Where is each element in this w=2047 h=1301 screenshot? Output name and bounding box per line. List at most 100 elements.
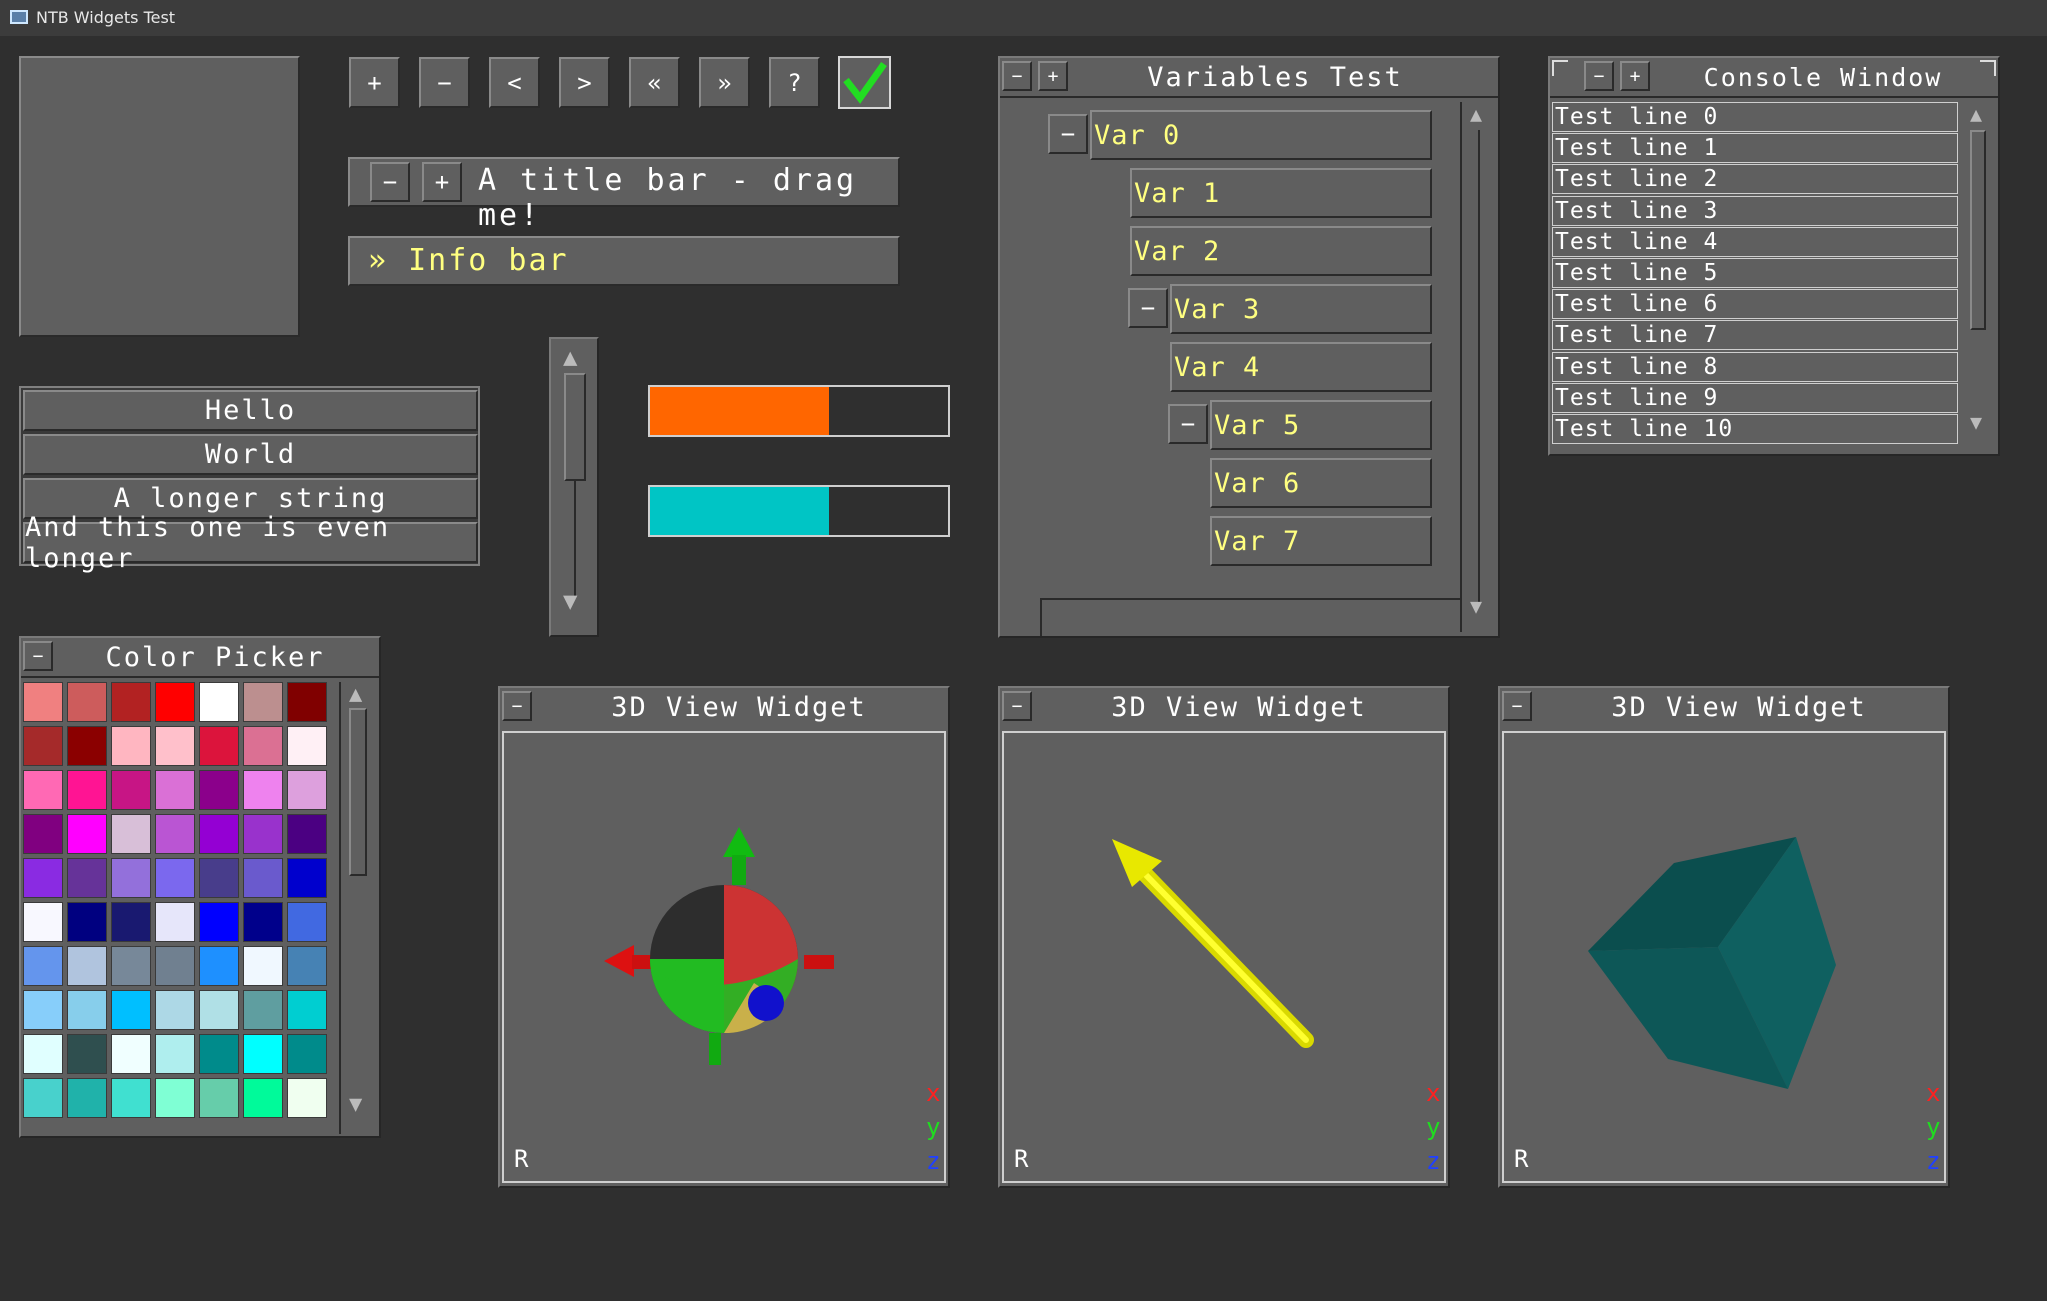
variable-row[interactable]: Var 6	[1210, 458, 1432, 508]
color-swatch[interactable]	[23, 946, 63, 986]
3d-view-minus-button[interactable]: −	[1502, 691, 1532, 721]
color-swatch[interactable]	[67, 902, 107, 942]
color-swatch[interactable]	[287, 770, 327, 810]
color-swatch[interactable]	[243, 814, 283, 854]
color-swatch[interactable]	[287, 1034, 327, 1074]
color-swatch[interactable]	[199, 990, 239, 1030]
color-swatch[interactable]	[67, 814, 107, 854]
color-swatch[interactable]	[155, 1034, 195, 1074]
scroll-down-icon[interactable]: ▼	[563, 587, 577, 615]
color-swatch[interactable]	[67, 770, 107, 810]
3d-viewport[interactable]: R x y z	[1002, 731, 1446, 1183]
color-swatch[interactable]	[155, 770, 195, 810]
color-swatch[interactable]	[243, 1078, 283, 1118]
variable-row[interactable]: Var 3	[1170, 284, 1432, 334]
color-swatch[interactable]	[199, 814, 239, 854]
color-swatch[interactable]	[23, 726, 63, 766]
color-picker-scrollbar[interactable]: ▲ ▼	[339, 682, 377, 1134]
color-swatch[interactable]	[67, 1078, 107, 1118]
list-item[interactable]: And this one is even longer	[23, 512, 478, 574]
scroll-thumb[interactable]	[564, 373, 586, 481]
color-swatch[interactable]	[23, 682, 63, 722]
color-swatch[interactable]	[243, 726, 283, 766]
reset-view-button[interactable]: R	[514, 1145, 528, 1173]
color-swatch[interactable]	[243, 682, 283, 722]
color-swatch[interactable]	[243, 902, 283, 942]
color-swatch[interactable]	[199, 946, 239, 986]
prev-button[interactable]: <	[489, 57, 540, 108]
color-swatch[interactable]	[111, 682, 151, 722]
scroll-up-icon[interactable]: ▲	[349, 682, 362, 707]
variable-row[interactable]: Var 0	[1090, 110, 1432, 160]
color-swatch[interactable]	[243, 990, 283, 1030]
color-swatch[interactable]	[111, 1078, 151, 1118]
color-swatch[interactable]	[243, 858, 283, 898]
color-swatch[interactable]	[287, 726, 327, 766]
scroll-up-icon[interactable]: ▲	[1470, 102, 1482, 126]
color-swatch[interactable]	[111, 946, 151, 986]
console-minus-button[interactable]: −	[1584, 61, 1614, 91]
console-scrollbar[interactable]: ▲ ▼	[1962, 102, 1996, 452]
color-swatch[interactable]	[67, 1034, 107, 1074]
first-button[interactable]: «	[629, 57, 680, 108]
vertical-scrollbar[interactable]: ▲ ▼	[549, 337, 599, 637]
3d-view-minus-button[interactable]: −	[502, 691, 532, 721]
scroll-up-icon[interactable]: ▲	[563, 343, 577, 371]
variable-row[interactable]: Var 7	[1210, 516, 1432, 566]
color-swatch[interactable]	[243, 946, 283, 986]
resize-corner[interactable]	[1552, 60, 1568, 76]
color-swatch[interactable]	[243, 770, 283, 810]
color-swatch[interactable]	[155, 858, 195, 898]
scroll-thumb[interactable]	[1970, 130, 1986, 330]
3d-view-minus-button[interactable]: −	[1002, 691, 1032, 721]
color-swatch[interactable]	[287, 814, 327, 854]
color-swatch[interactable]	[111, 814, 151, 854]
3d-viewport[interactable]: R x y z	[502, 731, 946, 1183]
color-swatch[interactable]	[23, 770, 63, 810]
color-swatch[interactable]	[287, 1078, 327, 1118]
plus-button[interactable]: +	[349, 57, 400, 108]
next-button[interactable]: >	[559, 57, 610, 108]
color-swatch[interactable]	[199, 682, 239, 722]
color-swatch[interactable]	[287, 682, 327, 722]
color-swatch[interactable]	[23, 1034, 63, 1074]
list-item[interactable]: World	[23, 434, 478, 475]
color-swatch[interactable]	[67, 990, 107, 1030]
variables-minus-button[interactable]: −	[1002, 61, 1032, 91]
color-swatch[interactable]	[23, 902, 63, 942]
color-swatch[interactable]	[23, 1078, 63, 1118]
color-swatch[interactable]	[287, 858, 327, 898]
color-swatch[interactable]	[155, 682, 195, 722]
scroll-thumb[interactable]	[349, 708, 367, 876]
color-swatch[interactable]	[155, 990, 195, 1030]
color-swatch[interactable]	[199, 902, 239, 942]
var-toggle-button[interactable]: −	[1048, 114, 1088, 154]
scroll-down-icon[interactable]: ▼	[1970, 410, 1982, 434]
color-swatch[interactable]	[287, 902, 327, 942]
color-swatch[interactable]	[199, 726, 239, 766]
variable-row[interactable]: Var 2	[1130, 226, 1432, 276]
color-swatch[interactable]	[67, 726, 107, 766]
color-swatch[interactable]	[155, 1078, 195, 1118]
draggable-title-bar[interactable]: − + A title bar - drag me!	[348, 157, 900, 233]
color-swatch[interactable]	[155, 902, 195, 942]
color-swatch[interactable]	[67, 682, 107, 722]
variable-row[interactable]: Var 4	[1170, 342, 1432, 392]
color-swatch[interactable]	[199, 770, 239, 810]
help-button[interactable]: ?	[769, 57, 820, 108]
color-swatch[interactable]	[155, 946, 195, 986]
color-swatch[interactable]	[155, 726, 195, 766]
color-swatch[interactable]	[155, 814, 195, 854]
color-swatch[interactable]	[111, 726, 151, 766]
color-swatch[interactable]	[243, 1034, 283, 1074]
title-bar-plus-button[interactable]: +	[422, 162, 462, 202]
title-bar-minus-button[interactable]: −	[370, 162, 410, 202]
var-toggle-button[interactable]: −	[1168, 404, 1208, 444]
color-swatch[interactable]	[111, 770, 151, 810]
var-toggle-button[interactable]: −	[1128, 288, 1168, 328]
last-button[interactable]: »	[699, 57, 750, 108]
3d-viewport[interactable]: R x y z	[1502, 731, 1946, 1183]
color-swatch[interactable]	[67, 946, 107, 986]
color-picker-minus-button[interactable]: −	[23, 641, 53, 671]
scroll-up-icon[interactable]: ▲	[1970, 102, 1982, 126]
